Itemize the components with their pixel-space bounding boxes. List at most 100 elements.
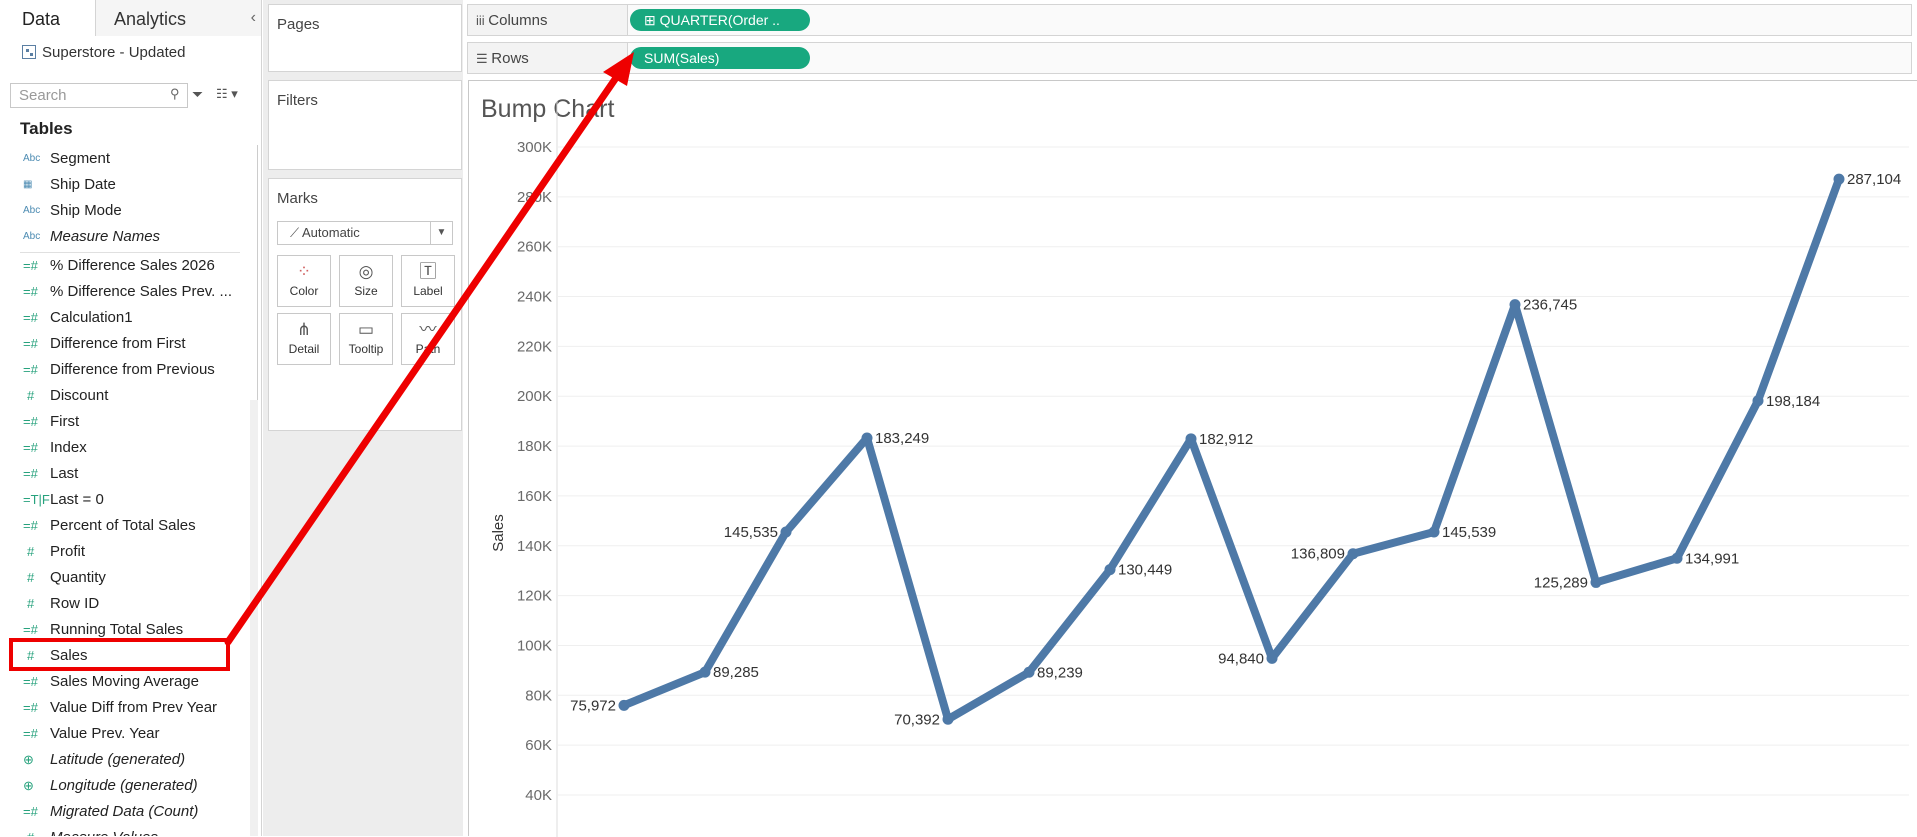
color-icon: ⁘ — [296, 262, 312, 281]
columns-pill[interactable]: ⊞ QUARTER(Order .. — [630, 9, 810, 31]
sales-field-highlight — [9, 638, 230, 671]
field-item[interactable]: =# Sales Moving Average — [20, 671, 256, 697]
marks-card: Marks ⟋ Automatic ▼ ⁘ Color ◎ Size 🅃 Label ⋔… — [268, 178, 462, 431]
y-tick-label: 260K — [517, 239, 552, 256]
field-item[interactable]: =# Value Diff from Prev Year — [20, 697, 256, 723]
color-label: Color — [289, 284, 319, 298]
view-options-icon[interactable]: ☷ ▾ — [216, 86, 238, 102]
collapse-pane-icon[interactable]: ‹ — [251, 0, 256, 36]
datasource-label: Superstore - Updated — [42, 44, 186, 61]
filters-card[interactable]: Filters — [268, 80, 462, 170]
field-item[interactable]: Abc Ship Mode — [20, 200, 256, 226]
field-type-icon: ▦ — [23, 179, 33, 190]
field-item[interactable]: =# Value Prev. Year — [20, 723, 256, 749]
size-button[interactable]: ◎ Size — [339, 255, 393, 307]
columns-icon: iii — [476, 13, 489, 28]
marks-card-title: Marks — [277, 190, 318, 207]
field-type-icon: =# — [23, 310, 38, 325]
field-item[interactable]: =# First — [20, 411, 256, 437]
data-label: 130,449 — [1118, 562, 1172, 579]
rows-shelf-label: ☰ Rows — [468, 43, 628, 73]
field-type-icon: =# — [23, 674, 38, 689]
data-label: 89,239 — [1037, 664, 1083, 681]
field-label: Last — [50, 465, 79, 482]
y-tick-label: 280K — [517, 189, 552, 206]
scrollbar-thumb[interactable] — [250, 145, 258, 400]
field-item[interactable]: =# Difference from Previous — [20, 359, 256, 385]
label-button[interactable]: 🅃 Label — [401, 255, 455, 307]
data-label: 198,184 — [1766, 393, 1820, 410]
filter-icon[interactable]: ⏷ — [192, 86, 203, 103]
tooltip-button[interactable]: ▭ Tooltip — [339, 313, 393, 365]
field-label: Profit — [50, 543, 86, 560]
field-item[interactable]: =# Last — [20, 463, 256, 489]
data-pane: Data Analytics ‹ Superstore - Updated Se… — [0, 0, 262, 836]
field-label: Longitude (generated) — [50, 777, 198, 794]
datasource-item[interactable]: Superstore - Updated — [22, 44, 185, 61]
data-point — [1104, 564, 1116, 576]
field-item[interactable]: =# Percent of Total Sales — [20, 515, 256, 541]
field-item[interactable]: =# % Difference Sales 2026 — [20, 255, 256, 281]
field-type-icon: =T|F — [23, 492, 50, 507]
field-item[interactable]: # Measure Values — [20, 827, 256, 836]
field-label: Migrated Data (Count) — [50, 803, 199, 820]
field-label: % Difference Sales Prev. ... — [50, 283, 233, 300]
field-item[interactable]: # Profit — [20, 541, 256, 567]
rows-icon: ☰ — [476, 51, 492, 66]
field-type-icon: Abc — [23, 231, 41, 242]
tab-data[interactable]: Data — [0, 0, 96, 36]
field-item[interactable]: =# % Difference Sales Prev. ... — [20, 281, 256, 307]
shelves: iii Columns ⊞ QUARTER(Order .. ☰ Rows SU… — [467, 0, 1917, 80]
field-type-icon: # — [27, 570, 35, 585]
data-point — [1428, 526, 1440, 538]
field-type-icon: =# — [23, 362, 38, 377]
search-icon[interactable]: ⚲ — [170, 86, 180, 102]
field-label: Sales Moving Average — [50, 673, 199, 690]
y-tick-label: 180K — [517, 438, 552, 455]
columns-shelf-label: iii Columns — [468, 5, 628, 35]
field-item[interactable]: # Discount — [20, 385, 256, 411]
field-item[interactable]: =# Difference from First — [20, 333, 256, 359]
field-item[interactable]: =T|F Last = 0 — [20, 489, 256, 515]
field-item[interactable]: ▦ Ship Date — [20, 174, 256, 200]
color-button[interactable]: ⁘ Color — [277, 255, 331, 307]
tooltip-label: Tooltip — [348, 342, 384, 356]
data-point — [699, 666, 711, 678]
field-item[interactable]: =# Index — [20, 437, 256, 463]
field-item[interactable]: =# Migrated Data (Count) — [20, 801, 256, 827]
dimension-measure-divider — [20, 252, 240, 253]
tab-analytics[interactable]: Analytics — [96, 0, 261, 36]
size-label: Size — [354, 284, 378, 298]
field-item[interactable]: # Quantity — [20, 567, 256, 593]
data-point — [1347, 548, 1359, 560]
detail-icon: ⋔ — [296, 320, 312, 339]
field-item[interactable]: Abc Measure Names — [20, 226, 256, 252]
field-list: Abc Segment ▦ Ship Date Abc Ship Mode Abc Measu… — [20, 148, 256, 836]
cards-pane: Pages Filters Marks ⟋ Automatic ▼ ⁘ Color … — [263, 0, 463, 836]
rows-pill[interactable]: SUM(Sales) — [630, 47, 810, 69]
field-item[interactable]: =# Calculation1 — [20, 307, 256, 333]
field-item[interactable]: Abc Segment — [20, 148, 256, 174]
pages-card[interactable]: Pages — [268, 4, 462, 72]
pane-tabs: Data Analytics ‹ — [0, 0, 261, 36]
field-label: Difference from Previous — [50, 361, 215, 378]
detail-button[interactable]: ⋔ Detail — [277, 313, 331, 365]
search-input[interactable]: Search — [10, 83, 188, 108]
data-point — [861, 432, 873, 444]
viz-area: Bump Chart 40K 60K 80K 100K 120K 140K 160K 180K… — [468, 80, 1917, 837]
field-type-icon: =# — [23, 726, 38, 741]
data-label: 183,249 — [875, 430, 929, 447]
columns-shelf[interactable]: iii Columns ⊞ QUARTER(Order .. — [467, 4, 1912, 36]
data-label: 145,535 — [724, 524, 778, 541]
field-item[interactable]: ⊕ Latitude (generated) — [20, 749, 256, 775]
data-point — [1833, 173, 1845, 185]
field-type-icon: =# — [23, 700, 38, 715]
data-point — [1509, 299, 1521, 311]
field-item[interactable]: # Row ID — [20, 593, 256, 619]
data-label: 125,289 — [1534, 574, 1588, 591]
field-item[interactable]: ⊕ Longitude (generated) — [20, 775, 256, 801]
rows-shelf[interactable]: ☰ Rows SUM(Sales) — [467, 42, 1912, 74]
mark-type-select[interactable]: ⟋ Automatic ▼ — [277, 221, 453, 245]
field-label: Ship Mode — [50, 202, 122, 219]
path-button[interactable]: 〰 Path — [401, 313, 455, 365]
